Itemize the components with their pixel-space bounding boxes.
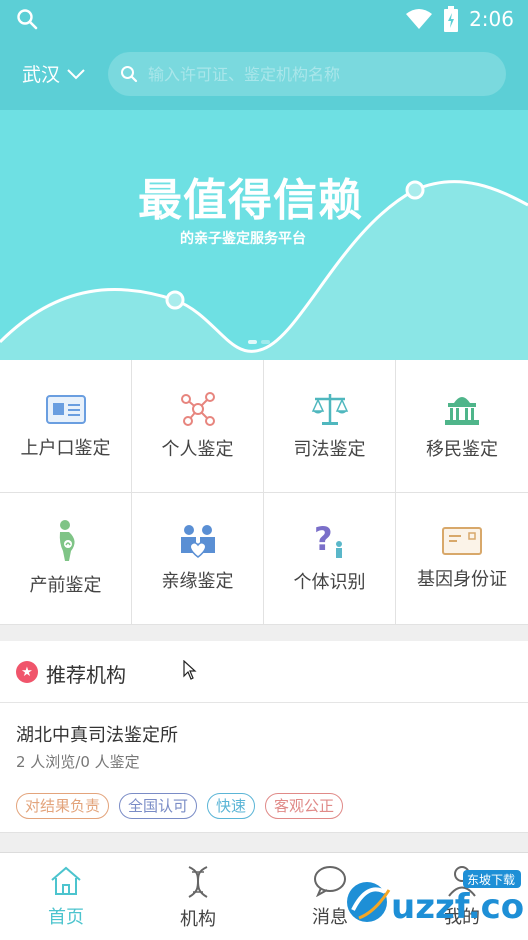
scales-icon [311,393,348,425]
chat-bubble-icon [314,866,346,897]
tab-label: 机构 [180,909,216,930]
top-bar: 2:06 武汉 [0,0,528,110]
section-title: 推荐机构 [46,663,126,687]
search-icon[interactable] [16,8,38,30]
search-icon [121,66,138,83]
category-individual-identification[interactable]: ? 个体识别 [264,492,396,625]
category-label: 产前鉴定 [29,575,102,597]
search-input[interactable] [148,64,488,84]
category-judicial[interactable]: 司法鉴定 [264,360,396,493]
clock: 2:06 [469,7,514,31]
organization-tags: 对结果负责 全国认可 快速 客观公正 [16,793,344,819]
category-personal[interactable]: 个人鉴定 [132,360,264,493]
category-label: 个体识别 [293,572,366,594]
city-label: 武汉 [22,64,61,86]
tag-badge: 快速 [207,793,256,819]
organization-stats: 2 人浏览/0 人鉴定 [16,753,140,771]
recommended-section-header: ★ 推荐机构 [0,641,528,703]
category-label: 亲缘鉴定 [161,571,234,593]
watermark-brand: uzzf.com [391,887,525,927]
app-header: 武汉 [0,44,528,104]
tab-label: 首页 [48,907,84,928]
government-building-icon [445,396,479,425]
banner-subtitle: 的亲子鉴定服务平台 [180,231,306,247]
pregnant-icon [59,520,75,562]
category-label: 司法鉴定 [293,438,366,460]
svg-text:?: ? [314,522,333,558]
home-icon [51,866,81,895]
tab-institutions[interactable]: 机构 [132,853,264,940]
category-prenatal[interactable]: 产前鉴定 [0,492,132,625]
category-kinship[interactable]: 亲缘鉴定 [132,492,264,625]
carousel-indicator [248,340,270,344]
watermark-text: 东坡下载 [467,873,515,887]
card-icon [442,527,482,556]
promo-banner[interactable]: 最值得信赖 的亲子鉴定服务平台 [0,110,528,360]
mouse-cursor-icon [183,660,197,680]
category-label: 个人鉴定 [161,438,234,460]
dna-icon [188,866,208,898]
search-bar[interactable] [108,52,506,96]
chevron-down-icon [67,68,85,79]
organization-card[interactable]: 湖北中真司法鉴定所 2 人浏览/0 人鉴定 对结果负责 全国认可 快速 客观公正 [0,703,528,833]
battery-icon [444,6,459,32]
id-card-icon [45,394,86,424]
status-bar: 2:06 [0,0,528,38]
category-grid: 上户口鉴定 个人鉴定 司法鉴定 移民鉴定 产前鉴定 亲缘鉴定 ? 个体识别 基因… [0,360,528,625]
category-label: 基因身份证 [417,569,507,591]
watermark-logo: uzzf.com 东坡下载 [347,870,525,927]
category-immigration[interactable]: 移民鉴定 [396,360,528,493]
star-icon: ★ [16,661,38,683]
molecule-icon [180,391,215,426]
tab-label: 消息 [312,907,348,928]
couple-icon [180,525,215,559]
organization-name: 湖北中真司法鉴定所 [16,725,178,746]
tag-badge: 对结果负责 [16,793,110,819]
city-selector[interactable]: 武汉 [22,60,86,87]
category-gene-id-card[interactable]: 基因身份证 [396,493,528,625]
question-person-icon: ? [314,522,342,559]
tag-badge: 全国认可 [119,793,198,819]
category-label: 移民鉴定 [426,438,498,460]
tag-badge: 客观公正 [265,793,344,819]
wifi-icon [406,9,433,29]
category-label: 上户口鉴定 [20,437,111,459]
category-household-registration[interactable]: 上户口鉴定 [0,360,132,493]
tab-home[interactable]: 首页 [0,853,132,940]
banner-title: 最值得信赖 [138,175,363,226]
